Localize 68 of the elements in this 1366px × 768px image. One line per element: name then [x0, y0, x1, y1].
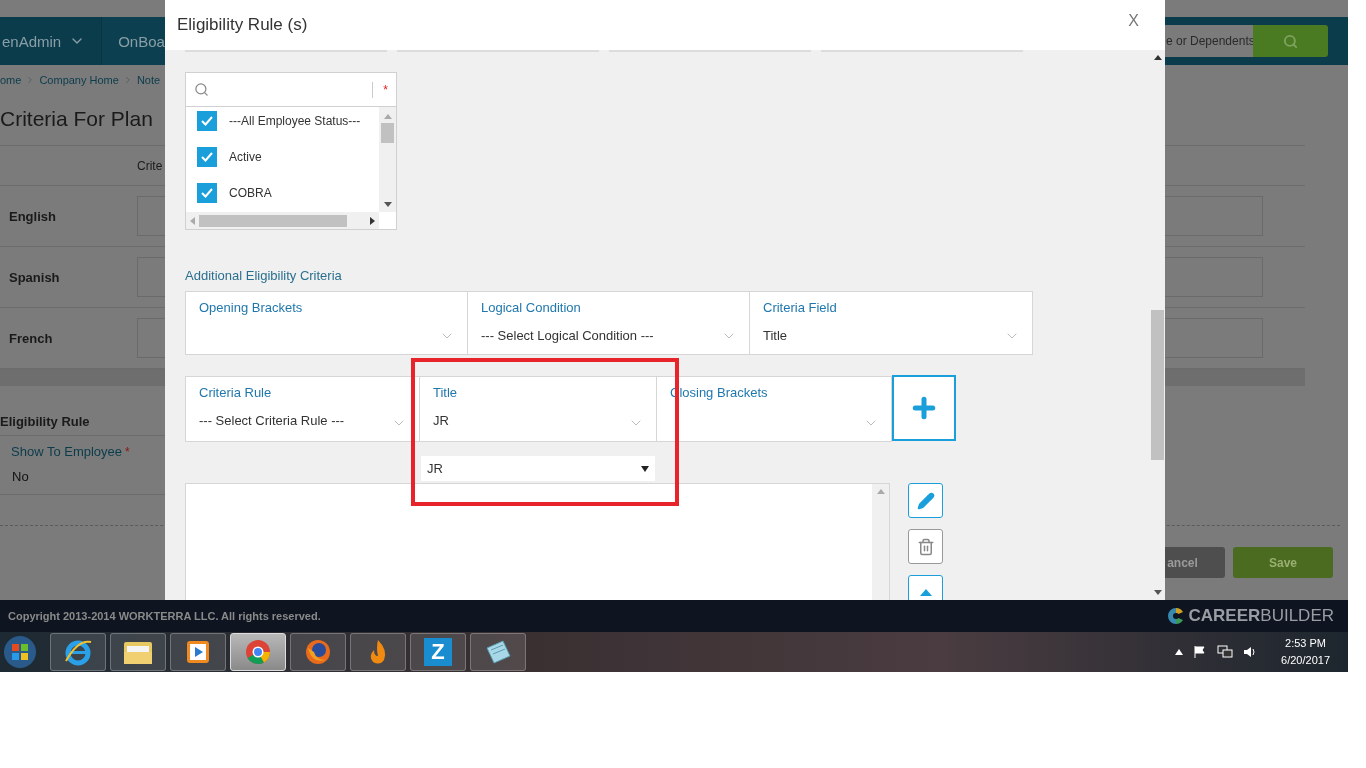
- chrome-icon: [244, 638, 272, 666]
- scroll-left-arrow-icon: [190, 216, 195, 225]
- breadcrumb-link[interactable]: Company Home: [39, 74, 119, 86]
- search-icon: [1283, 33, 1298, 49]
- copyright-text: Copyright 2013-2014 WORKTERRA LLC. All rights reserved.: [8, 610, 321, 622]
- add-button[interactable]: [892, 375, 956, 441]
- dropdown[interactable]: JR: [421, 456, 655, 481]
- save-button[interactable]: Save: [1233, 547, 1333, 578]
- column-header: Crite: [137, 158, 163, 173]
- breadcrumb-link[interactable]: ome: [0, 74, 22, 86]
- up-arrow-icon: [919, 589, 932, 596]
- caret-icon: [641, 465, 649, 472]
- search-icon: [194, 82, 209, 97]
- scroll-right-arrow-icon: [370, 216, 375, 225]
- nav-item[interactable]: enAdmin: [0, 17, 103, 65]
- checkbox[interactable]: [197, 183, 217, 203]
- flag-icon[interactable]: [1193, 645, 1208, 659]
- field-label: Show To Employee: [11, 444, 123, 459]
- show-hidden-icons[interactable]: [1175, 649, 1184, 655]
- start-button[interactable]: [3, 635, 37, 669]
- select-field[interactable]: Criteria Rule --- Select Criteria Rule ---: [185, 376, 420, 442]
- required-mark: *: [383, 82, 388, 97]
- check-icon: [200, 114, 214, 128]
- section-heading: Additional Eligibility Criteria: [185, 268, 343, 283]
- option-label: COBRA: [229, 186, 272, 200]
- delete-button[interactable]: [908, 529, 943, 564]
- scroll-down-arrow-icon: [1153, 590, 1162, 596]
- checkbox[interactable]: [197, 111, 217, 131]
- check-icon: [200, 150, 214, 164]
- row-label: English: [8, 208, 57, 224]
- select-field[interactable]: Title JR: [420, 376, 657, 442]
- option-label: ---All Employee Status---: [229, 114, 361, 128]
- select-field[interactable]: Logical Condition --- Select Logical Condition ---: [468, 291, 750, 355]
- row-label: Spanish: [8, 269, 61, 285]
- dialog-title: Eligibility Rule (s): [177, 15, 308, 35]
- taskbar-app[interactable]: Z: [410, 633, 466, 671]
- firefox-icon: [304, 638, 332, 666]
- scrollbar-thumb[interactable]: [1151, 310, 1164, 460]
- notepad-icon: [483, 638, 513, 666]
- select-field[interactable]: Criteria Field Title: [750, 291, 1033, 355]
- pencil-icon: [916, 491, 935, 510]
- logo-icon: [1166, 607, 1185, 625]
- page-title: Criteria For Plan: [0, 107, 153, 132]
- nav-item[interactable]: OnBoa: [102, 17, 165, 65]
- select-field[interactable]: Opening Brackets: [185, 291, 468, 355]
- scroll-up-arrow-icon: [383, 113, 392, 119]
- field-value: No: [12, 469, 29, 486]
- checkbox[interactable]: [197, 147, 217, 167]
- scrollbar-thumb[interactable]: [381, 123, 394, 143]
- edit-button[interactable]: [908, 483, 943, 518]
- breadcrumb-link[interactable]: Note: [136, 74, 161, 86]
- media-player-icon: [184, 638, 212, 666]
- scroll-up-arrow-icon: [1153, 54, 1162, 60]
- trash-icon: [916, 537, 935, 556]
- brand-name: CAREERBUILDER: [1188, 606, 1334, 626]
- network-icon[interactable]: [1217, 645, 1234, 659]
- scrollbar-thumb[interactable]: [199, 214, 347, 227]
- app-icon: Z: [424, 638, 452, 666]
- volume-icon[interactable]: [1243, 645, 1258, 659]
- required-mark: *: [125, 445, 130, 459]
- scroll-up-arrow-icon: [876, 488, 885, 494]
- row-label: French: [8, 330, 54, 346]
- close-button[interactable]: X: [1122, 11, 1145, 31]
- scroll-down-arrow-icon: [383, 202, 392, 208]
- option-label: Active: [229, 150, 262, 164]
- check-icon: [200, 186, 214, 200]
- move-up-button[interactable]: [908, 575, 943, 600]
- clock[interactable]: 2:53 PM 6/20/2017: [1281, 635, 1330, 669]
